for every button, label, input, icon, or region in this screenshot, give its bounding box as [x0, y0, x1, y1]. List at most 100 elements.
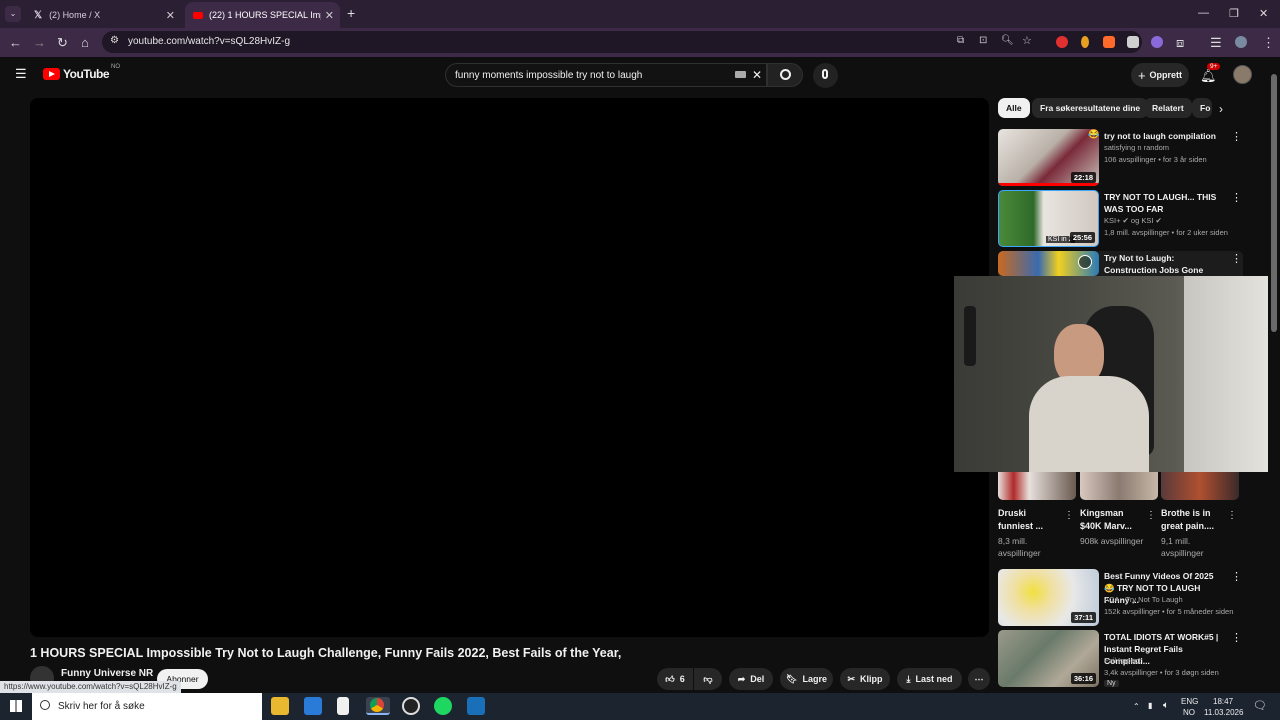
extensions-puzzle-icon[interactable]: ⧈	[1176, 35, 1184, 51]
network-icon[interactable]: ▮	[1148, 701, 1152, 710]
clock-date[interactable]: 11.03.2026	[1204, 708, 1243, 717]
save-button[interactable]: 🔖︎ Lagre	[780, 668, 833, 690]
restore-icon[interactable]: ❐	[1229, 7, 1239, 20]
back-arrow-icon[interactable]: ←	[9, 35, 22, 50]
chip-more[interactable]: Fo	[1192, 98, 1212, 118]
obs-icon[interactable]	[402, 697, 420, 715]
recommendation-item[interactable]: 22:18 😂 try not to laugh compilation sat…	[998, 129, 1243, 187]
notepad-icon[interactable]	[337, 697, 349, 715]
emoji-icon: 😂	[1088, 129, 1100, 139]
video-thumbnail[interactable]: 36:16	[998, 630, 1099, 687]
taskbar-search-box[interactable]: Skriv her for å søke	[32, 693, 262, 720]
extension-fox-icon[interactable]	[1103, 36, 1115, 48]
reload-icon[interactable]: ↻	[57, 35, 68, 51]
download-button[interactable]: ⤓ Last ned	[897, 668, 962, 690]
search-input[interactable]: funny moments impossible try not to laug…	[445, 63, 767, 87]
short-item[interactable]: Kingsman $40K Marv... ⋮ 908k avspillinge…	[1080, 472, 1158, 560]
zoom-icon[interactable]: 🔍︎	[1001, 35, 1014, 46]
reading-list-icon[interactable]: ☰	[1210, 35, 1222, 51]
tab-youtube[interactable]: (22) 1 HOURS SPECIAL Impossi ✕	[185, 2, 340, 28]
hamburger-menu-icon[interactable]: ☰	[15, 66, 27, 82]
mail-app-icon[interactable]	[304, 697, 322, 715]
short-item[interactable]: Druski funniest ... ⋮ 8,3 mill. avspilli…	[998, 472, 1076, 560]
extension-red-icon[interactable]	[1056, 36, 1068, 48]
notifications-button[interactable]: 🔔︎ 9+	[1200, 63, 1221, 85]
clear-search-icon[interactable]: ✕	[752, 68, 762, 82]
steam-icon[interactable]	[467, 697, 485, 715]
address-bar[interactable]: ⚙ youtube.com/watch?v=sQL28HvIZ-g ⧉ ⊡ 🔍︎…	[102, 31, 1142, 53]
file-explorer-icon[interactable]	[271, 697, 289, 715]
video-player[interactable]	[30, 98, 989, 637]
more-options-icon[interactable]: ⋮	[1231, 631, 1242, 644]
scissors-icon: ✂	[847, 673, 856, 684]
video-thumbnail[interactable]: KSI in 2 25:56	[998, 190, 1099, 247]
chip-from-search[interactable]: Fra søkeresultatene dine	[1032, 98, 1149, 118]
recommendation-item[interactable]: 37:11 Best Funny Videos Of 2025 😂 TRY NO…	[998, 569, 1243, 627]
browser-menu-icon[interactable]: ⋮	[1262, 35, 1275, 51]
home-icon[interactable]: ⌂	[81, 35, 89, 50]
short-thumbnail[interactable]	[998, 472, 1076, 500]
close-tab-icon[interactable]: ✕	[325, 9, 334, 22]
extension-gray-icon[interactable]	[1127, 36, 1139, 48]
video-thumbnail[interactable]	[998, 251, 1099, 276]
channel-name[interactable]: Funny Universe NR	[61, 668, 153, 679]
taskbar-search-placeholder: Skriv her for å søke	[58, 701, 145, 712]
profile-avatar-icon[interactable]	[1235, 36, 1247, 48]
minimize-icon[interactable]: —	[1198, 7, 1209, 19]
search-button[interactable]	[767, 63, 803, 87]
share-button[interactable]: ➦ Del	[729, 668, 773, 690]
spotify-icon[interactable]	[434, 697, 452, 715]
voice-search-button[interactable]	[813, 63, 838, 88]
page-scrollbar[interactable]	[1270, 62, 1278, 692]
more-options-icon[interactable]: ⋮	[1231, 130, 1242, 143]
extension-orange-icon[interactable]	[1081, 36, 1089, 48]
install-icon[interactable]: ⊡	[979, 35, 987, 46]
chip-related[interactable]: Relatert	[1144, 98, 1192, 118]
create-label: Opprett	[1149, 70, 1183, 80]
tab-x-home[interactable]: 𝕏 (2) Home / X ✕	[26, 2, 181, 28]
scrollbar-thumb[interactable]	[1271, 74, 1277, 332]
bookmark-star-icon[interactable]: ☆	[1022, 34, 1032, 47]
more-options-icon[interactable]: ⋮	[1227, 510, 1237, 521]
dislike-button[interactable]: 👎︎	[694, 668, 722, 690]
new-tab-button[interactable]: +	[347, 5, 355, 21]
watch-later-icon[interactable]	[1078, 255, 1092, 269]
extension-purple-icon[interactable]	[1151, 36, 1163, 48]
url-text[interactable]: youtube.com/watch?v=sQL28HvIZ-g	[128, 36, 290, 47]
language-top[interactable]: ENG	[1181, 697, 1198, 706]
windows-start-icon[interactable]	[10, 700, 22, 712]
chips-next-arrow-icon[interactable]: ›	[1219, 102, 1223, 116]
more-options-icon[interactable]: ⋮	[1231, 570, 1242, 583]
video-thumbnail[interactable]: 37:11	[998, 569, 1099, 626]
create-button[interactable]: + Opprett	[1131, 63, 1189, 87]
close-window-icon[interactable]: ✕	[1259, 7, 1268, 20]
volume-icon[interactable]: 🔈︎	[1163, 700, 1169, 711]
more-options-icon[interactable]: ⋮	[1231, 191, 1242, 204]
youtube-logo[interactable]: YouTube NO	[43, 64, 120, 81]
keyboard-icon[interactable]	[735, 71, 746, 78]
translate-icon[interactable]: ⧉	[957, 35, 964, 46]
account-avatar[interactable]	[1233, 65, 1252, 84]
clock-time[interactable]: 18:47	[1213, 697, 1233, 706]
chrome-taskbar-icon[interactable]	[366, 697, 390, 715]
close-tab-icon[interactable]: ✕	[166, 9, 175, 22]
more-actions-button[interactable]: ⋯	[968, 668, 990, 690]
chip-all[interactable]: Alle	[998, 98, 1030, 118]
clip-button[interactable]: ✂ Klipp	[840, 668, 890, 690]
recommendation-item[interactable]: KSI in 2 25:56 TRY NOT TO LAUGH... THIS …	[998, 190, 1243, 248]
video-thumbnail[interactable]: 22:18	[998, 129, 1099, 186]
short-item[interactable]: Brothe is in great pain.... ⋮ 9,1 mill. …	[1161, 472, 1239, 560]
like-button[interactable]: 👍︎ 6	[657, 668, 693, 690]
language-bottom[interactable]: NO	[1183, 708, 1195, 717]
recommendation-item[interactable]: 36:16 TOTAL IDIOTS AT WORK#5 | Instant R…	[998, 630, 1243, 688]
tray-expand-icon[interactable]: ⌃	[1133, 702, 1140, 711]
tab-search-icon[interactable]: ⌄	[5, 6, 21, 22]
forward-arrow-icon[interactable]: →	[33, 35, 46, 50]
site-info-icon[interactable]: ⚙	[110, 35, 119, 46]
short-thumbnail[interactable]	[1161, 472, 1239, 500]
notification-center-icon[interactable]: 🗨︎	[1253, 699, 1267, 712]
more-options-icon[interactable]: ⋮	[1146, 510, 1156, 521]
more-options-icon[interactable]: ⋮	[1064, 510, 1074, 521]
short-thumbnail[interactable]	[1080, 472, 1158, 500]
more-options-icon[interactable]: ⋮	[1231, 252, 1242, 265]
